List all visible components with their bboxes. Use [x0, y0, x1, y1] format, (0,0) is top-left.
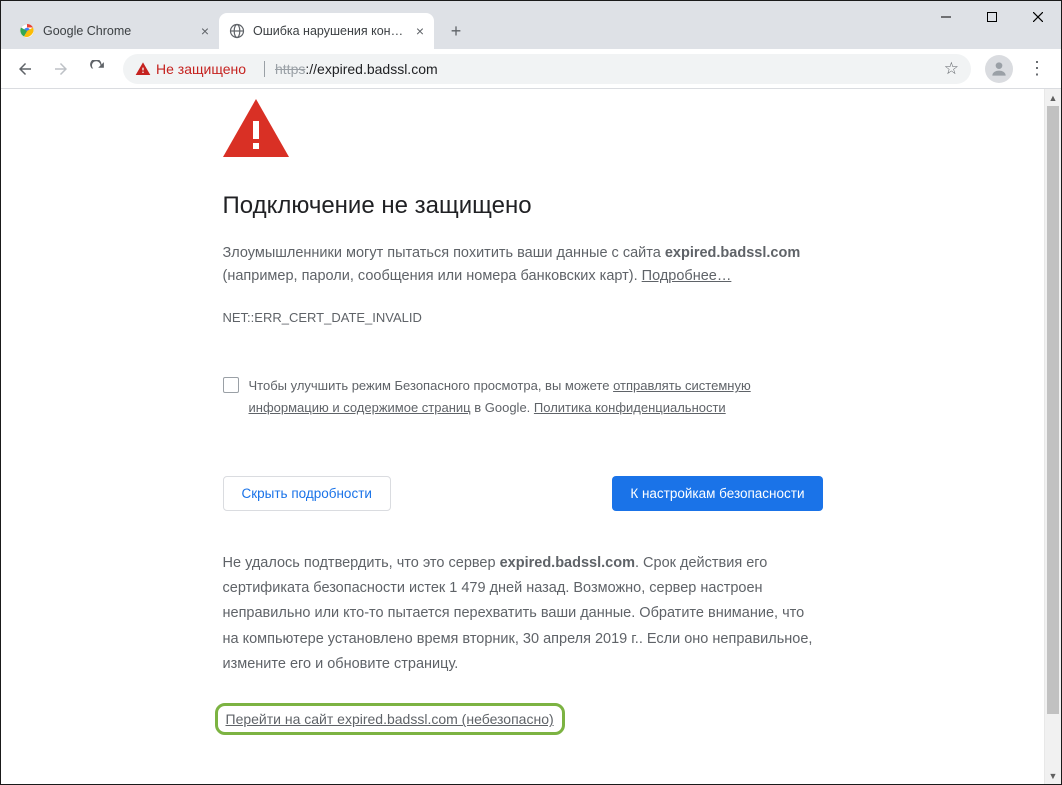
bookmark-star-icon[interactable]: ☆ — [944, 59, 959, 79]
vertical-scrollbar[interactable]: ▲ ▼ — [1044, 89, 1061, 784]
minimize-button[interactable] — [923, 1, 969, 33]
url-text: https://expired.badssl.com — [275, 61, 438, 77]
proceed-unsafe-link[interactable]: Перейти на сайт expired.badssl.com (небе… — [215, 703, 565, 735]
close-icon[interactable]: × — [416, 23, 424, 39]
details-paragraph: Не удалось подтвердить, что это сервер e… — [223, 551, 823, 678]
new-tab-button[interactable]: + — [442, 17, 470, 45]
back-button[interactable] — [9, 53, 41, 85]
globe-icon — [229, 23, 245, 39]
tab-privacy-error[interactable]: Ошибка нарушения конфиденц × — [219, 13, 434, 49]
learn-more-link[interactable]: Подробнее… — [642, 268, 732, 284]
scrollbar-thumb[interactable] — [1047, 106, 1059, 714]
menu-button[interactable]: ⋮ — [1021, 53, 1053, 85]
close-button[interactable] — [1015, 1, 1061, 33]
chrome-icon — [19, 23, 35, 39]
security-label: Не защищено — [156, 61, 246, 77]
toolbar: Не защищено https://expired.badssl.com ☆… — [1, 49, 1061, 89]
tab-title: Google Chrome — [43, 24, 195, 38]
scroll-up-icon[interactable]: ▲ — [1045, 89, 1061, 106]
privacy-policy-link[interactable]: Политика конфиденциальности — [534, 400, 726, 415]
button-row: Скрыть подробности К настройкам безопасн… — [223, 476, 823, 511]
warning-paragraph: Злоумышленники могут пытаться похитить в… — [223, 242, 823, 288]
warning-icon — [223, 99, 823, 157]
window-controls — [923, 1, 1061, 33]
profile-avatar[interactable] — [985, 55, 1013, 83]
reload-button[interactable] — [81, 53, 113, 85]
page-heading: Подключение не защищено — [223, 192, 823, 220]
error-code: NET::ERR_CERT_DATE_INVALID — [223, 310, 823, 325]
security-indicator[interactable]: Не защищено — [135, 61, 246, 77]
scroll-down-icon[interactable]: ▼ — [1045, 767, 1061, 784]
tab-title: Ошибка нарушения конфиденц — [253, 24, 410, 38]
opt-in-checkbox[interactable] — [223, 377, 239, 393]
address-bar[interactable]: Не защищено https://expired.badssl.com ☆ — [123, 54, 971, 84]
forward-button[interactable] — [45, 53, 77, 85]
page-content: Подключение не защищено Злоумышленники м… — [1, 89, 1044, 784]
maximize-button[interactable] — [969, 1, 1015, 33]
close-icon[interactable]: × — [201, 23, 209, 39]
opt-in-row: Чтобы улучшить режим Безопасного просмот… — [223, 375, 783, 419]
hide-details-button[interactable]: Скрыть подробности — [223, 476, 391, 511]
warning-triangle-icon — [135, 61, 151, 77]
back-to-safety-button[interactable]: К настройкам безопасности — [612, 476, 822, 511]
titlebar: Google Chrome × Ошибка нарушения конфиде… — [1, 1, 1061, 49]
tab-google-chrome[interactable]: Google Chrome × — [9, 13, 219, 49]
separator — [264, 61, 265, 77]
